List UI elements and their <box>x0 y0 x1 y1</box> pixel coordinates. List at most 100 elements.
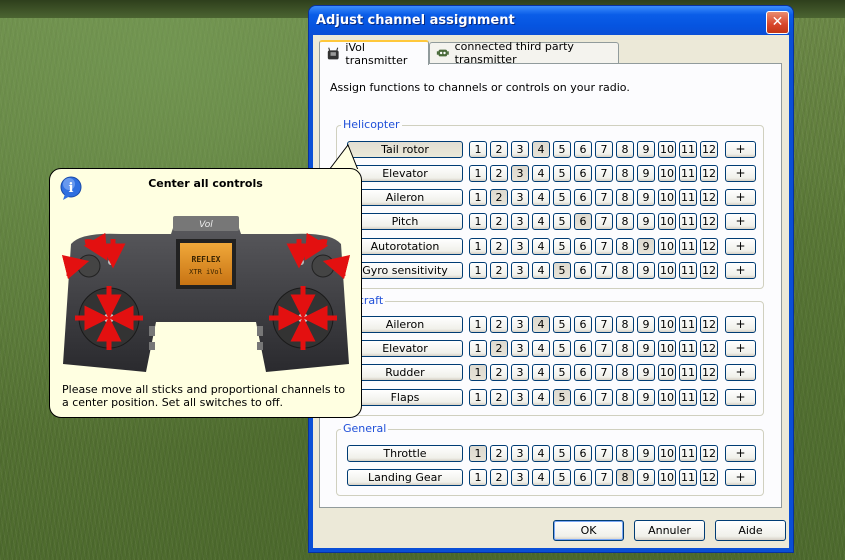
channel-button-8[interactable]: 8 <box>616 165 634 182</box>
channel-button-11[interactable]: 11 <box>679 141 697 158</box>
channel-button-11[interactable]: 11 <box>679 340 697 357</box>
function-button[interactable]: Gyro sensitivity <box>347 262 463 279</box>
channel-button-1[interactable]: 1 <box>469 165 487 182</box>
channel-button-5[interactable]: 5 <box>553 165 571 182</box>
channel-button-4[interactable]: 4 <box>532 340 550 357</box>
channel-button-10[interactable]: 10 <box>658 340 676 357</box>
channel-button-6[interactable]: 6 <box>574 469 592 486</box>
channel-button-3[interactable]: 3 <box>511 316 529 333</box>
channel-button-6[interactable]: 6 <box>574 316 592 333</box>
channel-button-12[interactable]: 12 <box>700 469 718 486</box>
channel-button-5[interactable]: 5 <box>553 389 571 406</box>
channel-button-8[interactable]: 8 <box>616 238 634 255</box>
add-channel-button[interactable]: + <box>725 445 756 462</box>
channel-button-5[interactable]: 5 <box>553 445 571 462</box>
function-button[interactable]: Throttle <box>347 445 463 462</box>
channel-button-2[interactable]: 2 <box>490 141 508 158</box>
channel-button-6[interactable]: 6 <box>574 262 592 279</box>
channel-button-7[interactable]: 7 <box>595 316 613 333</box>
add-channel-button[interactable]: + <box>725 340 756 357</box>
function-button[interactable]: Rudder <box>347 364 463 381</box>
channel-button-8[interactable]: 8 <box>616 340 634 357</box>
channel-button-3[interactable]: 3 <box>511 445 529 462</box>
channel-button-11[interactable]: 11 <box>679 364 697 381</box>
channel-button-11[interactable]: 11 <box>679 469 697 486</box>
channel-button-1[interactable]: 1 <box>469 189 487 206</box>
function-button[interactable]: Aileron <box>347 189 463 206</box>
tab-third-party-transmitter[interactable]: connected third party transmitter <box>429 40 619 66</box>
channel-button-5[interactable]: 5 <box>553 469 571 486</box>
channel-button-3[interactable]: 3 <box>511 340 529 357</box>
channel-button-10[interactable]: 10 <box>658 445 676 462</box>
channel-button-9[interactable]: 9 <box>637 238 655 255</box>
channel-button-3[interactable]: 3 <box>511 189 529 206</box>
channel-button-5[interactable]: 5 <box>553 189 571 206</box>
channel-button-1[interactable]: 1 <box>469 340 487 357</box>
channel-button-8[interactable]: 8 <box>616 141 634 158</box>
channel-button-11[interactable]: 11 <box>679 445 697 462</box>
channel-button-12[interactable]: 12 <box>700 213 718 230</box>
channel-button-1[interactable]: 1 <box>469 469 487 486</box>
function-button[interactable]: Autorotation <box>347 238 463 255</box>
channel-button-7[interactable]: 7 <box>595 389 613 406</box>
channel-button-9[interactable]: 9 <box>637 141 655 158</box>
channel-button-2[interactable]: 2 <box>490 262 508 279</box>
channel-button-3[interactable]: 3 <box>511 389 529 406</box>
channel-button-12[interactable]: 12 <box>700 189 718 206</box>
channel-button-8[interactable]: 8 <box>616 213 634 230</box>
channel-button-6[interactable]: 6 <box>574 141 592 158</box>
channel-button-12[interactable]: 12 <box>700 389 718 406</box>
channel-button-12[interactable]: 12 <box>700 316 718 333</box>
channel-button-4[interactable]: 4 <box>532 445 550 462</box>
channel-button-4[interactable]: 4 <box>532 141 550 158</box>
channel-button-3[interactable]: 3 <box>511 213 529 230</box>
channel-button-8[interactable]: 8 <box>616 389 634 406</box>
channel-button-8[interactable]: 8 <box>616 189 634 206</box>
channel-button-11[interactable]: 11 <box>679 213 697 230</box>
channel-button-1[interactable]: 1 <box>469 213 487 230</box>
channel-button-9[interactable]: 9 <box>637 340 655 357</box>
channel-button-11[interactable]: 11 <box>679 389 697 406</box>
channel-button-12[interactable]: 12 <box>700 445 718 462</box>
channel-button-7[interactable]: 7 <box>595 262 613 279</box>
function-button[interactable]: Elevator <box>347 340 463 357</box>
channel-button-4[interactable]: 4 <box>532 189 550 206</box>
channel-button-8[interactable]: 8 <box>616 364 634 381</box>
channel-button-7[interactable]: 7 <box>595 141 613 158</box>
close-button[interactable]: ✕ <box>766 11 789 34</box>
add-channel-button[interactable]: + <box>725 238 756 255</box>
add-channel-button[interactable]: + <box>725 189 756 206</box>
add-channel-button[interactable]: + <box>725 389 756 406</box>
channel-button-5[interactable]: 5 <box>553 316 571 333</box>
channel-button-9[interactable]: 9 <box>637 389 655 406</box>
channel-button-7[interactable]: 7 <box>595 469 613 486</box>
channel-button-1[interactable]: 1 <box>469 316 487 333</box>
channel-button-1[interactable]: 1 <box>469 364 487 381</box>
channel-button-8[interactable]: 8 <box>616 469 634 486</box>
cancel-button[interactable]: Annuler <box>634 520 705 541</box>
function-button[interactable]: Flaps <box>347 389 463 406</box>
channel-button-3[interactable]: 3 <box>511 469 529 486</box>
channel-button-4[interactable]: 4 <box>532 213 550 230</box>
channel-button-5[interactable]: 5 <box>553 238 571 255</box>
channel-button-6[interactable]: 6 <box>574 238 592 255</box>
channel-button-12[interactable]: 12 <box>700 141 718 158</box>
channel-button-4[interactable]: 4 <box>532 389 550 406</box>
tab-ivol-transmitter[interactable]: iVol transmitter <box>319 40 429 67</box>
channel-button-12[interactable]: 12 <box>700 364 718 381</box>
channel-button-4[interactable]: 4 <box>532 262 550 279</box>
channel-button-6[interactable]: 6 <box>574 213 592 230</box>
channel-button-2[interactable]: 2 <box>490 469 508 486</box>
channel-button-2[interactable]: 2 <box>490 189 508 206</box>
function-button[interactable]: Pitch <box>347 213 463 230</box>
channel-button-8[interactable]: 8 <box>616 262 634 279</box>
channel-button-7[interactable]: 7 <box>595 165 613 182</box>
channel-button-9[interactable]: 9 <box>637 469 655 486</box>
channel-button-7[interactable]: 7 <box>595 364 613 381</box>
channel-button-3[interactable]: 3 <box>511 364 529 381</box>
channel-button-11[interactable]: 11 <box>679 165 697 182</box>
channel-button-5[interactable]: 5 <box>553 141 571 158</box>
channel-button-3[interactable]: 3 <box>511 238 529 255</box>
channel-button-10[interactable]: 10 <box>658 389 676 406</box>
channel-button-2[interactable]: 2 <box>490 165 508 182</box>
